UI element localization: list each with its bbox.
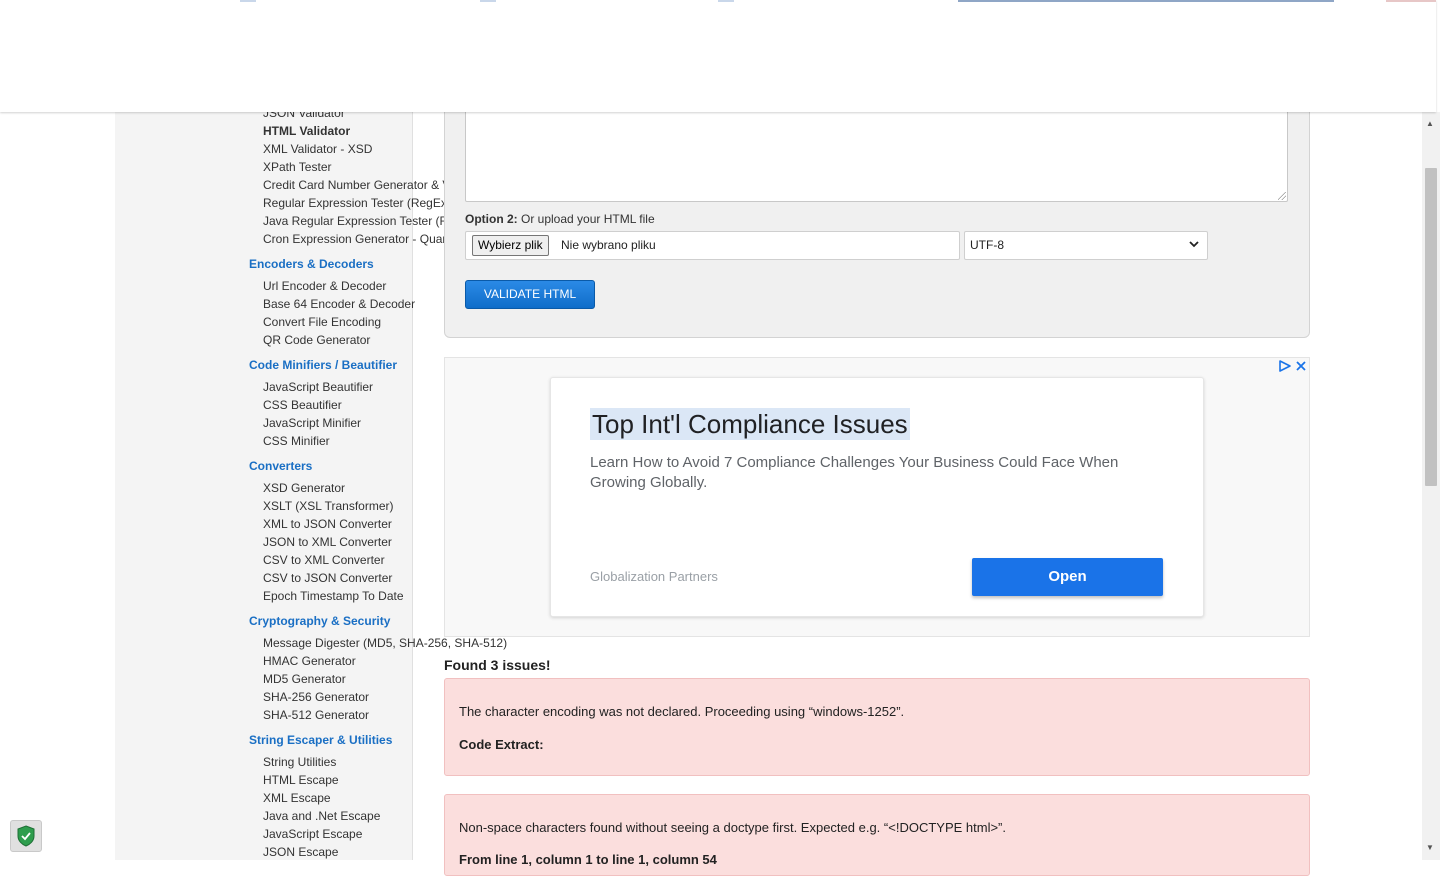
sidebar-category-minifiers[interactable]: Code Minifiers / Beautifier [249,358,397,372]
sidebar-item-html-validator[interactable]: HTML Validator [263,124,350,138]
results-summary: Found 3 issues! [444,657,551,673]
sidebar-item-css-minifier[interactable]: CSS Minifier [263,434,330,448]
sidebar-category-converters[interactable]: Converters [249,459,312,473]
ad-title[interactable]: Top Int'l Compliance Issues [590,408,910,440]
issue-card: Non-space characters found without seein… [444,794,1310,876]
option2-text: Or upload your HTML file [517,212,655,226]
file-status-text: Nie wybrano pliku [561,238,656,252]
sidebar-item-json-to-xml[interactable]: JSON to XML Converter [263,535,392,549]
scroll-down-arrow-icon[interactable]: ▼ [1426,844,1434,852]
sidebar-item-js-beautifier[interactable]: JavaScript Beautifier [263,380,373,394]
sidebar-item-csv-to-xml[interactable]: CSV to XML Converter [263,553,385,567]
ad-brand[interactable]: Globalization Partners [590,569,718,584]
sidebar-item-csv-to-json[interactable]: CSV to JSON Converter [263,571,392,585]
sidebar-item-epoch-timestamp[interactable]: Epoch Timestamp To Date [263,589,404,603]
sidebar-item-hmac[interactable]: HMAC Generator [263,654,356,668]
issue-code-extract-label: Code Extract: [459,737,544,752]
sidebar-item-xml-escape[interactable]: XML Escape [263,791,331,805]
choose-file-button[interactable]: Wybierz plik [472,235,549,256]
issue-message: Non-space characters found without seein… [459,820,1006,835]
sidebar-item-regex-tester[interactable]: Regular Expression Tester (RegEx) [263,196,451,210]
sidebar-item-cron-generator[interactable]: Cron Expression Generator - Quartz [263,232,456,246]
sidebar-item-base64[interactable]: Base 64 Encoder & Decoder [263,297,415,311]
encoding-select[interactable]: UTF-8 [964,231,1208,260]
sidebar-item-url-encoder[interactable]: Url Encoder & Decoder [263,279,386,293]
sidebar: JSON Validator HTML Validator XML Valida… [115,0,507,860]
sidebar-category-string-escaper[interactable]: String Escaper & Utilities [249,733,392,747]
sidebar-item-convert-encoding[interactable]: Convert File Encoding [263,315,381,329]
validate-html-button[interactable]: VALIDATE HTML [465,280,595,309]
chevron-down-icon [1189,241,1199,248]
sidebar-item-qr-code[interactable]: QR Code Generator [263,333,370,347]
adchoices-icon[interactable] [1279,360,1291,372]
sidebar-item-string-utilities[interactable]: String Utilities [263,755,336,769]
file-upload-field[interactable]: Wybierz plik Nie wybrano pliku [465,231,960,260]
sidebar-item-xml-validator-xsd[interactable]: XML Validator - XSD [263,142,372,156]
privacy-badge[interactable] [10,820,42,852]
issue-message: The character encoding was not declared.… [459,704,905,719]
sidebar-item-css-beautifier[interactable]: CSS Beautifier [263,398,342,412]
shield-icon [17,825,35,847]
sidebar-item-html-escape[interactable]: HTML Escape [263,773,339,787]
sidebar-item-xpath-tester[interactable]: XPath Tester [263,160,331,174]
sticky-header [0,0,1436,112]
sidebar-item-javascript-escape[interactable]: JavaScript Escape [263,827,362,841]
option2-prefix: Option 2: [465,212,518,226]
sidebar-item-xslt[interactable]: XSLT (XSL Transformer) [263,499,393,513]
sidebar-item-md5[interactable]: MD5 Generator [263,672,346,686]
issue-card: The character encoding was not declared.… [444,678,1310,776]
sidebar-item-sha512[interactable]: SHA-512 Generator [263,708,369,722]
resize-handle-icon[interactable] [1278,192,1286,200]
sidebar-item-java-net-escape[interactable]: Java and .Net Escape [263,809,380,823]
ad-controls [1279,360,1306,372]
sidebar-item-js-minifier[interactable]: JavaScript Minifier [263,416,361,430]
scroll-up-arrow-icon[interactable]: ▲ [1426,120,1434,128]
sidebar-category-encoders[interactable]: Encoders & Decoders [249,257,374,271]
sidebar-item-sha256[interactable]: SHA-256 Generator [263,690,369,704]
sidebar-category-cryptography[interactable]: Cryptography & Security [249,614,390,628]
sidebar-item-json-escape[interactable]: JSON Escape [263,845,338,859]
scrollbar-thumb[interactable] [1425,168,1437,486]
close-icon[interactable] [1296,361,1306,371]
sidebar-item-xml-to-json[interactable]: XML to JSON Converter [263,517,392,531]
encoding-select-value: UTF-8 [970,238,1004,252]
sidebar-item-message-digester[interactable]: Message Digester (MD5, SHA-256, SHA-512) [263,636,507,650]
ad-description[interactable]: Learn How to Avoid 7 Compliance Challeng… [590,453,1165,493]
sidebar-item-xsd-generator[interactable]: XSD Generator [263,481,345,495]
ad-open-button[interactable]: Open [972,558,1163,596]
option2-label: Option 2: Or upload your HTML file [465,212,655,226]
